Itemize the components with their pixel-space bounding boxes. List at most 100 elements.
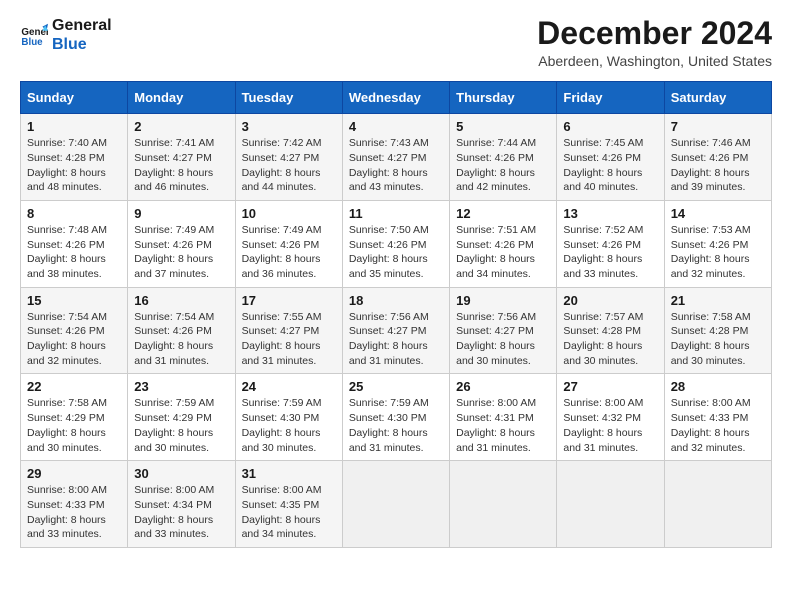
header-cell-thursday: Thursday <box>450 82 557 114</box>
day-number: 28 <box>671 379 765 394</box>
day-number: 1 <box>27 119 121 134</box>
day-info: Sunrise: 7:58 AM Sunset: 4:29 PM Dayligh… <box>27 396 121 455</box>
day-info: Sunrise: 8:00 AM Sunset: 4:35 PM Dayligh… <box>242 483 336 542</box>
logo-line2: Blue <box>52 35 112 54</box>
day-number: 4 <box>349 119 443 134</box>
day-cell: 10 Sunrise: 7:49 AM Sunset: 4:26 PM Dayl… <box>235 200 342 287</box>
day-number: 9 <box>134 206 228 221</box>
day-cell: 31 Sunrise: 8:00 AM Sunset: 4:35 PM Dayl… <box>235 461 342 548</box>
day-cell: 28 Sunrise: 8:00 AM Sunset: 4:33 PM Dayl… <box>664 374 771 461</box>
subtitle: Aberdeen, Washington, United States <box>537 53 772 69</box>
day-number: 22 <box>27 379 121 394</box>
day-info: Sunrise: 7:58 AM Sunset: 4:28 PM Dayligh… <box>671 310 765 369</box>
day-cell: 22 Sunrise: 7:58 AM Sunset: 4:29 PM Dayl… <box>21 374 128 461</box>
day-number: 8 <box>27 206 121 221</box>
header-cell-wednesday: Wednesday <box>342 82 449 114</box>
day-info: Sunrise: 7:45 AM Sunset: 4:26 PM Dayligh… <box>563 136 657 195</box>
week-row-3: 15 Sunrise: 7:54 AM Sunset: 4:26 PM Dayl… <box>21 287 772 374</box>
day-info: Sunrise: 7:50 AM Sunset: 4:26 PM Dayligh… <box>349 223 443 282</box>
day-number: 31 <box>242 466 336 481</box>
day-number: 12 <box>456 206 550 221</box>
day-cell <box>450 461 557 548</box>
svg-text:Blue: Blue <box>21 37 43 48</box>
day-number: 24 <box>242 379 336 394</box>
day-number: 14 <box>671 206 765 221</box>
day-cell: 11 Sunrise: 7:50 AM Sunset: 4:26 PM Dayl… <box>342 200 449 287</box>
day-info: Sunrise: 8:00 AM Sunset: 4:33 PM Dayligh… <box>27 483 121 542</box>
day-number: 29 <box>27 466 121 481</box>
week-row-2: 8 Sunrise: 7:48 AM Sunset: 4:26 PM Dayli… <box>21 200 772 287</box>
day-number: 20 <box>563 293 657 308</box>
day-number: 3 <box>242 119 336 134</box>
day-cell <box>664 461 771 548</box>
day-number: 25 <box>349 379 443 394</box>
day-info: Sunrise: 7:49 AM Sunset: 4:26 PM Dayligh… <box>134 223 228 282</box>
day-cell: 16 Sunrise: 7:54 AM Sunset: 4:26 PM Dayl… <box>128 287 235 374</box>
day-cell: 26 Sunrise: 8:00 AM Sunset: 4:31 PM Dayl… <box>450 374 557 461</box>
day-cell: 18 Sunrise: 7:56 AM Sunset: 4:27 PM Dayl… <box>342 287 449 374</box>
day-cell: 6 Sunrise: 7:45 AM Sunset: 4:26 PM Dayli… <box>557 114 664 201</box>
day-number: 26 <box>456 379 550 394</box>
day-cell: 8 Sunrise: 7:48 AM Sunset: 4:26 PM Dayli… <box>21 200 128 287</box>
page-header: General Blue General Blue December 2024 … <box>20 16 772 69</box>
day-cell: 23 Sunrise: 7:59 AM Sunset: 4:29 PM Dayl… <box>128 374 235 461</box>
day-cell <box>342 461 449 548</box>
day-number: 6 <box>563 119 657 134</box>
day-cell: 24 Sunrise: 7:59 AM Sunset: 4:30 PM Dayl… <box>235 374 342 461</box>
header-cell-monday: Monday <box>128 82 235 114</box>
day-number: 17 <box>242 293 336 308</box>
day-cell: 27 Sunrise: 8:00 AM Sunset: 4:32 PM Dayl… <box>557 374 664 461</box>
day-cell: 30 Sunrise: 8:00 AM Sunset: 4:34 PM Dayl… <box>128 461 235 548</box>
day-number: 13 <box>563 206 657 221</box>
day-number: 21 <box>671 293 765 308</box>
week-row-1: 1 Sunrise: 7:40 AM Sunset: 4:28 PM Dayli… <box>21 114 772 201</box>
day-info: Sunrise: 7:57 AM Sunset: 4:28 PM Dayligh… <box>563 310 657 369</box>
day-info: Sunrise: 7:56 AM Sunset: 4:27 PM Dayligh… <box>456 310 550 369</box>
logo: General Blue General Blue <box>20 16 112 54</box>
day-info: Sunrise: 7:46 AM Sunset: 4:26 PM Dayligh… <box>671 136 765 195</box>
day-cell: 17 Sunrise: 7:55 AM Sunset: 4:27 PM Dayl… <box>235 287 342 374</box>
day-info: Sunrise: 7:59 AM Sunset: 4:30 PM Dayligh… <box>349 396 443 455</box>
day-info: Sunrise: 7:53 AM Sunset: 4:26 PM Dayligh… <box>671 223 765 282</box>
day-info: Sunrise: 8:00 AM Sunset: 4:31 PM Dayligh… <box>456 396 550 455</box>
day-info: Sunrise: 7:52 AM Sunset: 4:26 PM Dayligh… <box>563 223 657 282</box>
day-number: 30 <box>134 466 228 481</box>
day-cell: 2 Sunrise: 7:41 AM Sunset: 4:27 PM Dayli… <box>128 114 235 201</box>
day-cell: 4 Sunrise: 7:43 AM Sunset: 4:27 PM Dayli… <box>342 114 449 201</box>
day-cell: 20 Sunrise: 7:57 AM Sunset: 4:28 PM Dayl… <box>557 287 664 374</box>
day-info: Sunrise: 7:54 AM Sunset: 4:26 PM Dayligh… <box>134 310 228 369</box>
calendar-table: SundayMondayTuesdayWednesdayThursdayFrid… <box>20 81 772 548</box>
day-cell: 19 Sunrise: 7:56 AM Sunset: 4:27 PM Dayl… <box>450 287 557 374</box>
day-cell: 14 Sunrise: 7:53 AM Sunset: 4:26 PM Dayl… <box>664 200 771 287</box>
day-info: Sunrise: 8:00 AM Sunset: 4:34 PM Dayligh… <box>134 483 228 542</box>
main-title: December 2024 <box>537 16 772 51</box>
day-info: Sunrise: 7:54 AM Sunset: 4:26 PM Dayligh… <box>27 310 121 369</box>
day-number: 2 <box>134 119 228 134</box>
day-number: 19 <box>456 293 550 308</box>
header-cell-tuesday: Tuesday <box>235 82 342 114</box>
day-cell: 12 Sunrise: 7:51 AM Sunset: 4:26 PM Dayl… <box>450 200 557 287</box>
day-number: 15 <box>27 293 121 308</box>
header-cell-saturday: Saturday <box>664 82 771 114</box>
day-info: Sunrise: 7:44 AM Sunset: 4:26 PM Dayligh… <box>456 136 550 195</box>
day-info: Sunrise: 7:43 AM Sunset: 4:27 PM Dayligh… <box>349 136 443 195</box>
day-info: Sunrise: 7:48 AM Sunset: 4:26 PM Dayligh… <box>27 223 121 282</box>
day-info: Sunrise: 7:59 AM Sunset: 4:30 PM Dayligh… <box>242 396 336 455</box>
logo-line1: General <box>52 16 112 35</box>
day-info: Sunrise: 7:40 AM Sunset: 4:28 PM Dayligh… <box>27 136 121 195</box>
day-cell: 21 Sunrise: 7:58 AM Sunset: 4:28 PM Dayl… <box>664 287 771 374</box>
day-cell: 13 Sunrise: 7:52 AM Sunset: 4:26 PM Dayl… <box>557 200 664 287</box>
day-info: Sunrise: 7:49 AM Sunset: 4:26 PM Dayligh… <box>242 223 336 282</box>
title-section: December 2024 Aberdeen, Washington, Unit… <box>537 16 772 69</box>
day-number: 23 <box>134 379 228 394</box>
header-cell-friday: Friday <box>557 82 664 114</box>
day-number: 7 <box>671 119 765 134</box>
day-info: Sunrise: 8:00 AM Sunset: 4:33 PM Dayligh… <box>671 396 765 455</box>
day-number: 27 <box>563 379 657 394</box>
day-info: Sunrise: 7:56 AM Sunset: 4:27 PM Dayligh… <box>349 310 443 369</box>
day-info: Sunrise: 7:55 AM Sunset: 4:27 PM Dayligh… <box>242 310 336 369</box>
day-cell: 7 Sunrise: 7:46 AM Sunset: 4:26 PM Dayli… <box>664 114 771 201</box>
week-row-4: 22 Sunrise: 7:58 AM Sunset: 4:29 PM Dayl… <box>21 374 772 461</box>
day-cell: 25 Sunrise: 7:59 AM Sunset: 4:30 PM Dayl… <box>342 374 449 461</box>
day-number: 10 <box>242 206 336 221</box>
